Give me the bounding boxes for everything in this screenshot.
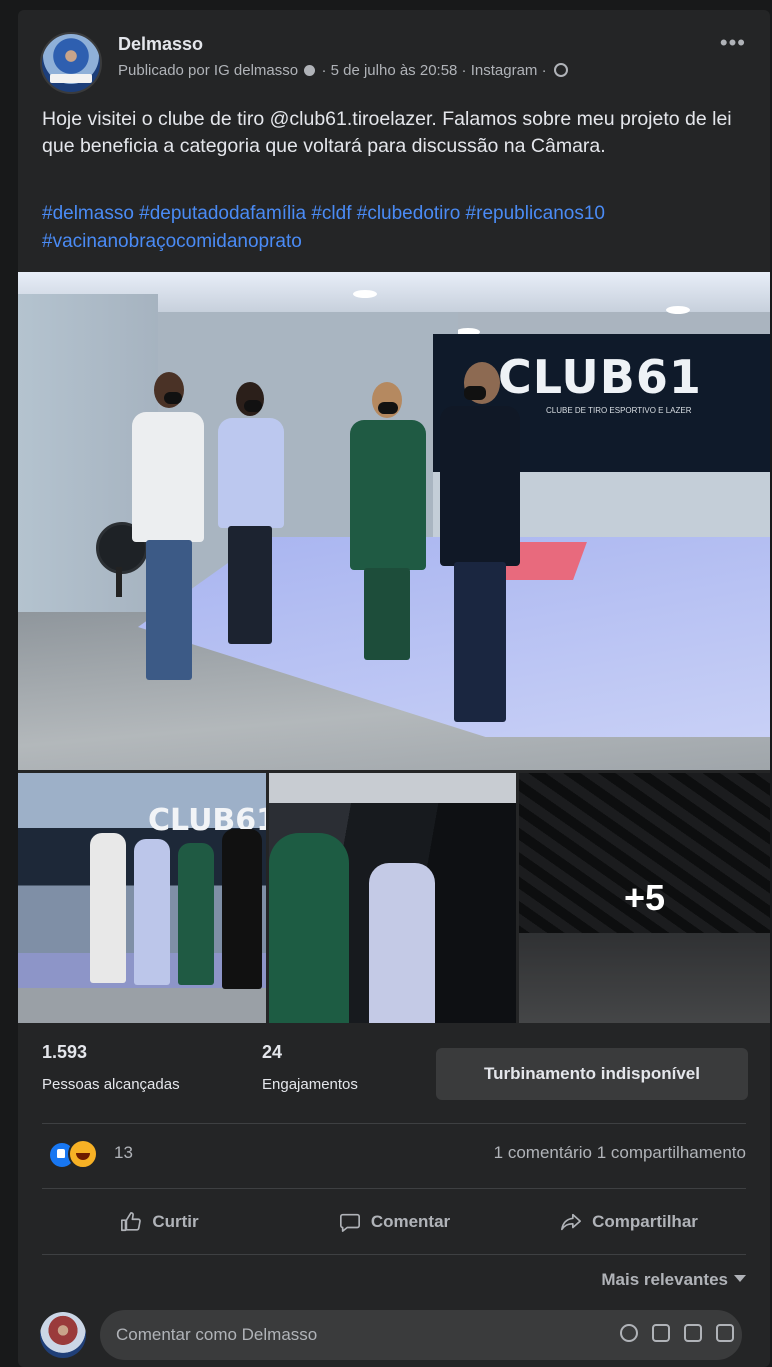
person-figure: [210, 382, 290, 652]
person-figure: [90, 833, 126, 983]
person-mask: [164, 392, 182, 404]
like-label: Curtir: [152, 1212, 199, 1231]
person-mask: [378, 402, 398, 414]
engagement-label: Engajamentos: [262, 1076, 358, 1093]
person-figure: [369, 863, 435, 1023]
like-button[interactable]: Curtir: [42, 1200, 277, 1244]
sticker-icon[interactable]: [716, 1324, 734, 1342]
person-legs: [454, 562, 506, 722]
person-figure: [128, 372, 208, 702]
post-header: Delmasso Publicado por IG delmasso · 5 d…: [40, 30, 750, 100]
person-body: [218, 418, 284, 528]
post-hashtags[interactable]: #delmasso #deputadodafamília #cldf #club…: [42, 200, 752, 256]
published-by[interactable]: Publicado por IG delmasso: [118, 62, 298, 79]
ceiling-light: [353, 290, 377, 298]
commenter-avatar[interactable]: [40, 1312, 86, 1358]
reached-value: 1.593: [42, 1042, 88, 1062]
comment-share-counts: 1 comentário 1 compartilhamento: [494, 1143, 746, 1163]
author-name[interactable]: Delmasso: [118, 34, 203, 55]
photo-thumbnails: CLUB61 +5: [18, 773, 770, 1023]
post-insights: 1.593 Pessoas alcançadas 24 Engajamentos…: [18, 1038, 770, 1118]
thumbnail-ceiling: [269, 773, 516, 803]
globe-icon: [553, 63, 568, 77]
gif-icon[interactable]: [684, 1324, 702, 1342]
comment-button[interactable]: Comentar: [277, 1200, 512, 1244]
person-legs: [364, 568, 410, 660]
more-options-icon[interactable]: •••: [720, 30, 746, 56]
more-photos-count[interactable]: +5: [519, 773, 770, 1023]
person-legs: [228, 526, 272, 644]
engagement-value: 24: [262, 1042, 283, 1062]
person-figure: [348, 382, 428, 672]
camera-icon[interactable]: [652, 1324, 670, 1342]
person-figure: [269, 833, 349, 1023]
info-icon: [304, 65, 316, 76]
author-avatar[interactable]: [40, 32, 102, 94]
main-photo[interactable]: CLUB61 CLUBE DE TIRO ESPORTIVO E LAZER: [18, 272, 770, 770]
share-icon: [561, 1213, 582, 1231]
person-body: [132, 412, 204, 542]
avatar-plate: [50, 74, 92, 83]
divider: [42, 1188, 746, 1189]
post-meta: Publicado por IG delmasso · 5 de julho à…: [118, 62, 568, 79]
person-mask: [464, 386, 486, 400]
thumbnail-photo-1[interactable]: CLUB61: [18, 773, 266, 1023]
club-logo-text: CLUB61: [498, 350, 702, 404]
boost-button[interactable]: Turbinamento indisponível: [436, 1048, 748, 1100]
caret-down-icon: [734, 1275, 746, 1282]
comment-label: Comentar: [370, 1212, 451, 1231]
person-mask: [244, 400, 262, 412]
ceiling-light: [666, 306, 690, 314]
divider: [42, 1254, 746, 1255]
reached-label: Pessoas alcançadas: [42, 1076, 180, 1093]
comment-composer: [40, 1308, 750, 1362]
comment-tools: [620, 1324, 734, 1342]
person-body: [350, 420, 426, 570]
person-legs: [146, 540, 192, 680]
post-text: Hoje visitei o clube de tiro @club61.tir…: [42, 108, 732, 157]
person-figure: [222, 829, 262, 989]
sort-label: Mais relevantes: [601, 1270, 728, 1289]
shares-count[interactable]: 1 compartilhamento: [597, 1143, 746, 1162]
emoji-icon[interactable]: [620, 1324, 638, 1342]
share-button[interactable]: Compartilhar: [512, 1200, 746, 1244]
comment-icon: [339, 1213, 360, 1232]
person-body: [440, 406, 520, 566]
post-actions: Curtir Comentar Compartilhar: [42, 1194, 746, 1252]
person-figure: [134, 839, 170, 985]
divider: [42, 1123, 746, 1124]
haha-reaction-icon[interactable]: [68, 1139, 98, 1169]
person-figure: [428, 362, 523, 732]
thumbs-up-icon: [121, 1212, 142, 1232]
comment-sort-dropdown[interactable]: Mais relevantes: [601, 1270, 746, 1290]
comments-count[interactable]: 1 comentário: [494, 1143, 592, 1162]
reactions-bar: 13 1 comentário 1 compartilhamento: [42, 1135, 746, 1175]
person-figure: [178, 843, 214, 985]
share-label: Compartilhar: [592, 1212, 698, 1231]
post-card: Delmasso Publicado por IG delmasso · 5 d…: [18, 10, 770, 1367]
thumbnail-photo-2[interactable]: [269, 773, 516, 1023]
club-logo-subtitle: CLUBE DE TIRO ESPORTIVO E LAZER: [546, 406, 692, 415]
thumbnail-photo-3[interactable]: +5: [519, 773, 770, 1023]
reaction-count[interactable]: 13: [114, 1143, 133, 1163]
post-timestamp[interactable]: · 5 de julho às 20:58 · Instagram ·: [321, 62, 546, 79]
fan-stand: [116, 567, 122, 597]
